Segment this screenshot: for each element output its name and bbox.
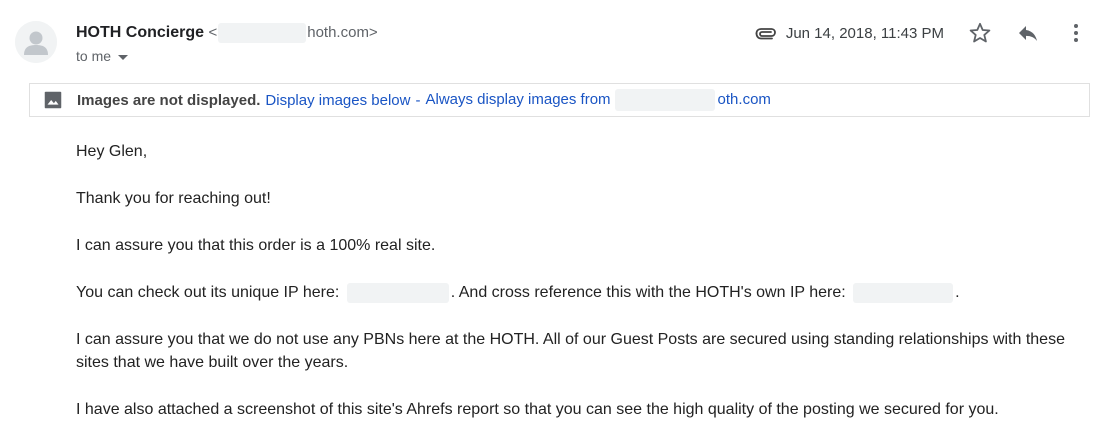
redacted-domain (614, 89, 715, 111)
vertical-dots-icon (1074, 24, 1078, 42)
sender-name[interactable]: HOTH Concierge (76, 24, 204, 41)
body-paragraph-3-part-b: . And cross reference this with the HOTH… (450, 284, 846, 301)
sender-line: HOTH Concierge < hoth.com> (76, 22, 378, 44)
body-paragraph-1: Thank you for reaching out! (76, 190, 271, 207)
paperclip-icon (755, 28, 776, 40)
body-paragraph-3: You can check out its unique IP here: . … (76, 281, 1086, 304)
reply-arrow-icon (1019, 26, 1037, 41)
message-meta: Jun 14, 2018, 11:43 PM (754, 18, 1088, 48)
email-message-view: HOTH Concierge < hoth.com> to me Jun 14, … (0, 0, 1100, 431)
body-paragraph-3-part-a: You can check out its unique IP here: (76, 284, 340, 301)
sender-email: < hoth.com> (208, 23, 378, 44)
always-display-images-link[interactable]: Always display images from oth.com (425, 89, 771, 111)
message-date: Jun 14, 2018, 11:43 PM (785, 24, 944, 42)
body-paragraph-3-part-c: . (955, 284, 960, 301)
chevron-down-icon (118, 54, 129, 60)
image-placeholder-icon (44, 91, 62, 109)
redacted-hoth-ip (853, 282, 954, 303)
recipient-label: to me (76, 48, 112, 64)
body-paragraph-2: I can assure you that this order is a 10… (76, 237, 436, 254)
link-separator: - (415, 91, 421, 109)
message-body: Hey Glen, Thank you for reaching out! I … (76, 140, 1086, 431)
always-display-prefix: Always display images from (425, 90, 611, 108)
images-notice-text: Images are not displayed. (77, 91, 261, 109)
recipient-details-toggle[interactable]: to me (76, 48, 129, 64)
star-button[interactable] (968, 21, 992, 45)
images-not-displayed-bar: Images are not displayed. Display images… (29, 83, 1090, 117)
more-options-button[interactable] (1064, 21, 1088, 45)
reply-button[interactable] (1016, 21, 1040, 45)
body-paragraph-4: I can assure you that we do not use any … (76, 331, 1065, 371)
body-paragraph-5: I have also attached a screenshot of thi… (76, 401, 999, 418)
star-outline-icon (969, 22, 991, 43)
greeting: Hey Glen, (76, 143, 148, 160)
person-avatar-icon (15, 21, 57, 63)
sender-email-prefix: < (208, 24, 218, 41)
redacted-email-user (218, 23, 307, 44)
sender-email-domain: hoth.com> (307, 24, 378, 41)
display-images-below-link[interactable]: Display images below (265, 92, 410, 109)
redacted-site-ip (346, 282, 449, 303)
sender-avatar[interactable] (15, 21, 57, 63)
always-display-domain: oth.com (717, 90, 771, 108)
